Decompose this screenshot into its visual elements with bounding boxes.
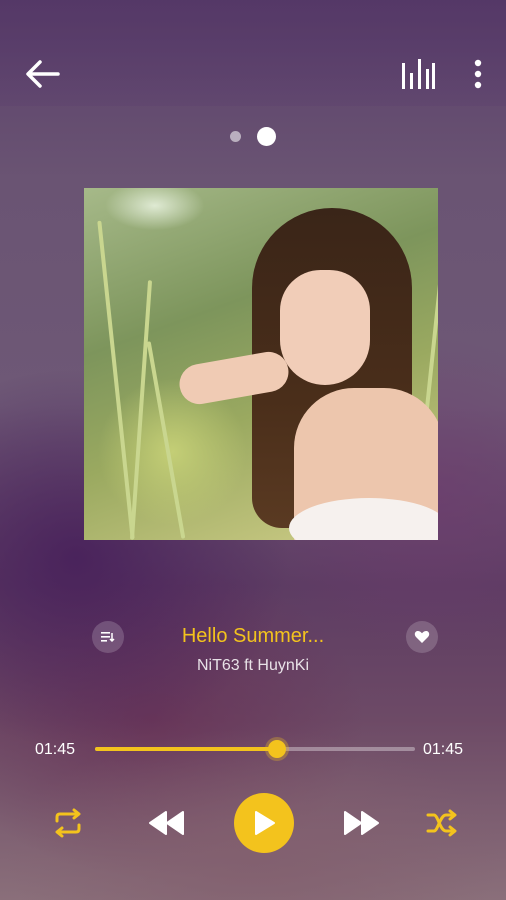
track-info-row: Hello Summer... [0,617,506,657]
portrait-face [280,270,370,385]
album-art [84,188,438,540]
seek-bar-thumb[interactable] [268,740,287,758]
heart-icon [414,630,430,643]
back-button[interactable] [20,52,64,96]
page-dot-1[interactable] [230,131,241,142]
current-time: 01:45 [35,741,76,758]
play-icon [255,811,275,835]
seek-bar-progress [95,747,278,751]
previous-button[interactable] [140,795,192,851]
repeat-icon [55,808,81,838]
grass-stalk [146,341,186,539]
grass-stalk [129,280,153,540]
shuffle-icon [426,809,457,837]
total-duration: 01:45 [423,741,464,758]
shuffle-button[interactable] [420,795,464,851]
grass-stalk [97,220,135,540]
next-button[interactable] [336,795,388,851]
seek-bar[interactable] [95,740,415,758]
equalizer-icon [402,59,435,89]
page-dot-2-active[interactable] [257,127,276,146]
more-options-button[interactable] [460,52,496,96]
track-artist: NiT63 ft HuynKi [196,657,310,674]
favorite-button[interactable] [406,621,438,653]
page-indicator [0,127,506,146]
arrow-left-icon [26,60,60,88]
fast-forward-icon [344,811,379,835]
equalizer-button[interactable] [396,52,440,96]
play-button[interactable] [234,793,294,853]
more-vertical-icon [474,59,482,89]
rewind-icon [149,811,184,835]
repeat-button[interactable] [46,795,90,851]
